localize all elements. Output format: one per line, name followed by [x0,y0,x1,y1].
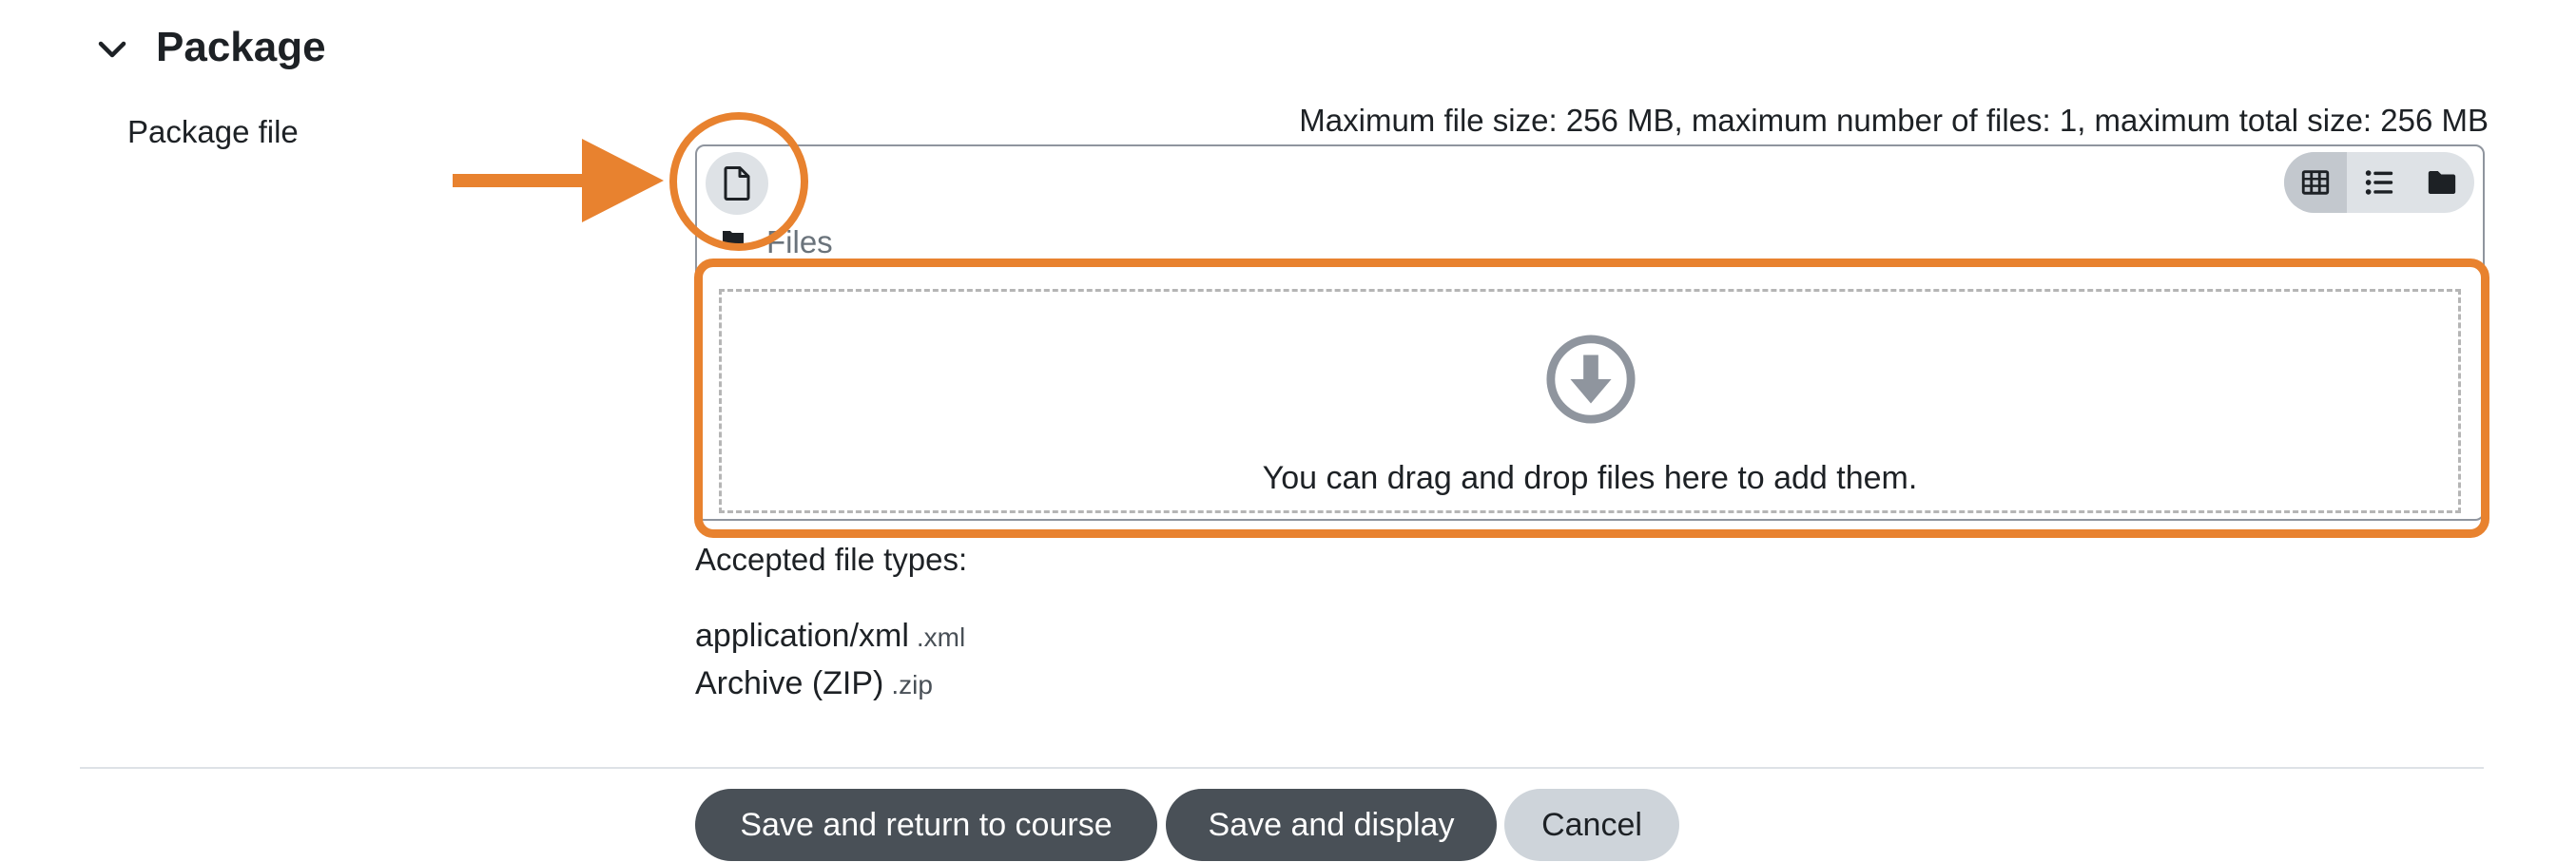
annotation-rectangle [694,259,2489,538]
cancel-button[interactable]: Cancel [1504,789,1679,861]
save-and-display-button[interactable]: Save and display [1166,789,1497,861]
file-type-name: application/xml [695,618,909,654]
list-icon [2365,170,2393,195]
view-tree-button[interactable] [2411,152,2473,213]
accepted-types-title: Accepted file types: [695,542,968,577]
file-limits-text: Maximum file size: 256 MB, maximum numbe… [1299,103,2489,138]
save-and-return-button[interactable]: Save and return to course [695,789,1157,861]
divider [80,767,2484,769]
annotation-arrow-icon [453,139,664,222]
file-type-ext: .xml [916,623,966,652]
file-type-item: Archive (ZIP) .zip [695,661,933,707]
file-type-ext: .zip [891,670,933,699]
view-list-button[interactable] [2348,152,2411,213]
file-type-name: Archive (ZIP) [695,665,884,701]
view-icons-button[interactable] [2284,152,2347,213]
file-type-item: application/xml .xml [695,614,965,660]
view-toggle-group [2284,152,2474,213]
field-label: Package file [127,114,299,149]
chevron-down-icon[interactable] [95,32,129,67]
section-title[interactable]: Package [156,19,326,76]
folder-icon [2428,170,2456,195]
grid-icon [2301,170,2330,195]
annotation-circle [669,112,808,251]
